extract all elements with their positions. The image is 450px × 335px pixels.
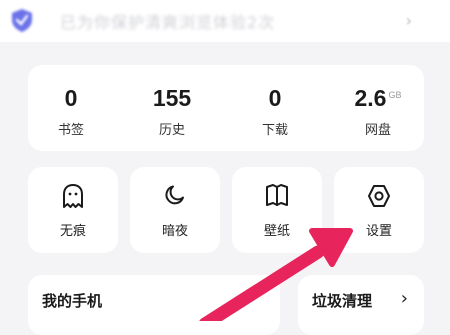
hexagon-settings-icon: [368, 185, 390, 207]
stat-value: 2.6 GB: [354, 85, 402, 111]
stat-history[interactable]: 155 历史: [132, 85, 212, 138]
stat-value: 0: [64, 85, 78, 111]
wallpaper-tile[interactable]: 壁纸: [232, 167, 322, 253]
stat-label: 历史: [158, 123, 185, 138]
incognito-tile[interactable]: 无痕: [28, 167, 118, 253]
annotation-arrow: [199, 228, 353, 321]
stat-cloud-drive[interactable]: 2.6 GB 网盘: [338, 85, 418, 138]
chevron-right-icon: ›: [400, 288, 408, 309]
stat-bookmarks[interactable]: 0 书签: [31, 85, 111, 138]
tile-label: 无痕: [59, 224, 86, 239]
book-icon: [266, 184, 288, 206]
banner-text: 已为你保护清爽浏览体验2次: [60, 13, 276, 32]
stats-card: 0 书签 155 历史 0 下载 2.6 GB 网盘: [28, 65, 424, 151]
tile-label: 设置: [365, 224, 392, 239]
shield-check-icon: [12, 9, 32, 32]
settings-tile[interactable]: 设置: [334, 167, 424, 253]
card-title: 我的手机: [42, 292, 103, 310]
stat-label: 下载: [261, 123, 288, 138]
card-title: 垃圾清理: [312, 292, 373, 310]
stat-unit: GB: [388, 90, 402, 100]
stat-label: 网盘: [364, 123, 391, 138]
chevron-right-icon: ›: [405, 11, 412, 30]
stat-value: 155: [152, 85, 192, 111]
stat-label: 书签: [57, 123, 84, 138]
tile-label: 壁纸: [263, 224, 290, 239]
night-mode-tile[interactable]: 暗夜: [130, 167, 220, 253]
stat-downloads[interactable]: 0 下载: [235, 85, 315, 138]
moon-icon: [165, 185, 184, 205]
tile-label: 暗夜: [161, 224, 188, 239]
junk-clean-card[interactable]: 垃圾清理 ›: [298, 275, 424, 335]
stat-value: 0: [268, 85, 282, 111]
privacy-banner[interactable]: 已为你保护清爽浏览体验2次 ›: [0, 0, 450, 42]
my-phone-card[interactable]: 我的手机: [28, 275, 280, 335]
ghost-icon: [63, 184, 83, 208]
